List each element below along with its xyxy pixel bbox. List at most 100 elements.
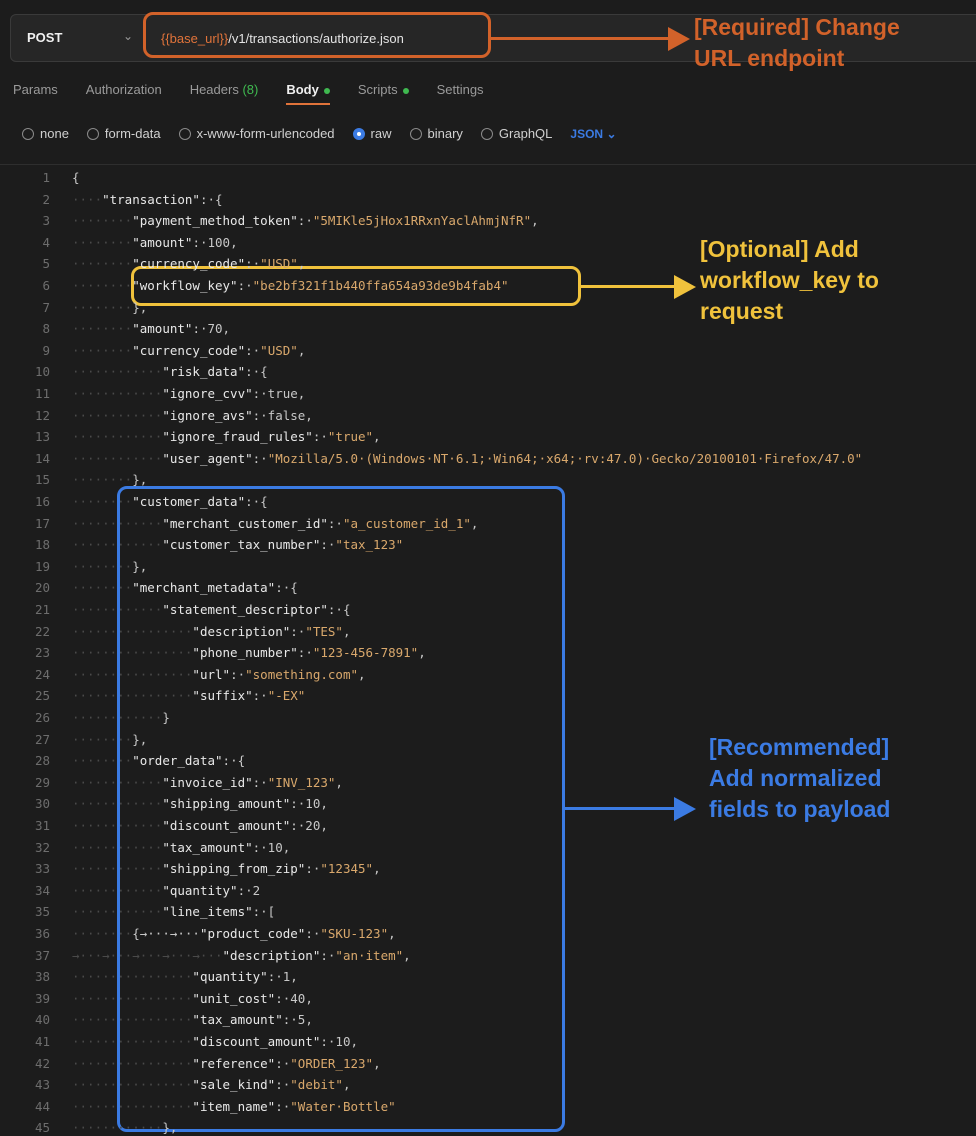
line-number: 27 — [34, 731, 50, 747]
line-number: 34 — [34, 882, 50, 898]
code-text: ····"transaction":·{ — [72, 191, 223, 207]
line-number: 24 — [34, 666, 50, 682]
tab-settings[interactable]: Settings — [437, 82, 484, 97]
line-number: 5 — [42, 256, 50, 272]
line-number: 8 — [42, 321, 50, 337]
code-text: ················"quantity":·1, — [72, 969, 298, 985]
code-text: ············} — [72, 710, 170, 725]
code-text: ················"discount_amount":·10, — [72, 1034, 358, 1049]
code-text: ················"suffix":·"-EX" — [72, 688, 306, 704]
code-text: ················"item_name":·"Water·Bott… — [72, 1098, 396, 1114]
radio-icon — [480, 127, 493, 140]
radio-binary[interactable]: binary — [409, 126, 463, 141]
code-text: ············"line_items":·[ — [72, 904, 276, 920]
line-number: 17 — [34, 515, 50, 531]
request-tabs: Params Authorization Headers (8) Body Sc… — [13, 82, 512, 105]
line-number: 25 — [34, 688, 50, 704]
line-number: 42 — [34, 1055, 50, 1071]
line-number: 38 — [34, 969, 50, 985]
radio-icon — [86, 127, 99, 140]
code-text: →···→···→···→···→···"description":·"an·i… — [72, 947, 411, 963]
line-number: 40 — [34, 1012, 50, 1028]
code-text: ············"invoice_id":·"INV_123", — [72, 774, 343, 790]
line-number: 14 — [34, 450, 50, 466]
code-text: ················"reference":·"ORDER_123"… — [72, 1055, 381, 1071]
code-text: ············"customer_tax_number":·"tax_… — [72, 537, 404, 553]
code-text: ············"ignore_cvv":·true, — [72, 386, 306, 401]
radio-x-www-form-urlencoded[interactable]: x-www-form-urlencoded — [178, 126, 335, 141]
tab-authorization[interactable]: Authorization — [86, 82, 162, 97]
line-number: 20 — [34, 580, 50, 596]
code-text: ········}, — [72, 731, 148, 747]
code-text: ················"description":·"TES", — [72, 623, 351, 639]
code-text: ········"customer_data":·{ — [72, 494, 268, 509]
url-arrow-line — [491, 37, 669, 40]
tab-params[interactable]: Params — [13, 82, 58, 97]
code-text: { — [72, 170, 80, 185]
tab-headers[interactable]: Headers (8) — [190, 82, 259, 97]
line-number: 3 — [42, 213, 50, 229]
code-text: ········}, — [72, 558, 148, 574]
status-dot-icon — [323, 87, 330, 94]
line-number: 2 — [42, 191, 50, 207]
url-highlight-box — [143, 12, 491, 58]
code-text: ············"statement_descriptor":·{ — [72, 602, 351, 617]
radio-icon — [409, 127, 422, 140]
radio-form-data[interactable]: form-data — [86, 126, 161, 141]
code-editor[interactable]: 1 {2 ····"transaction":·{3 ········"payment… — [0, 170, 976, 1136]
code-text: ············"discount_amount":·20, — [72, 818, 328, 833]
line-number: 41 — [34, 1034, 50, 1049]
line-number: 6 — [42, 278, 50, 293]
line-number: 10 — [34, 364, 50, 380]
headers-count: (8) — [242, 82, 259, 97]
line-number: 21 — [34, 602, 50, 617]
line-number: 16 — [34, 494, 50, 509]
active-tab-indicator — [286, 103, 330, 105]
line-number: 31 — [34, 818, 50, 833]
line-number: 18 — [34, 537, 50, 553]
chevron-down-icon[interactable]: ⌄ — [123, 29, 133, 43]
code-text: ················"phone_number":·"123-456… — [72, 645, 426, 661]
code-text: ········"currency_code":·"USD", — [72, 256, 306, 272]
code-text: ················"sale_kind":·"debit", — [72, 1077, 351, 1093]
code-text: ················"tax_amount":·5, — [72, 1012, 313, 1028]
tab-scripts[interactable]: Scripts — [358, 82, 409, 97]
url-arrow-head — [668, 27, 690, 51]
line-number: 39 — [34, 990, 50, 1006]
code-text: ········}, — [72, 299, 148, 315]
line-number: 4 — [42, 234, 50, 250]
radio-none[interactable]: none — [22, 126, 69, 141]
code-text: ············"user_agent":·"Mozilla/5.0·(… — [72, 450, 863, 466]
line-number: 29 — [34, 774, 50, 790]
url-annotation: [Required] Change URL endpoint — [694, 14, 900, 71]
line-number: 37 — [34, 947, 50, 963]
line-number: 45 — [34, 1120, 50, 1136]
format-select[interactable]: JSON ⌄ — [570, 127, 616, 141]
status-dot-icon — [402, 87, 409, 94]
line-number: 32 — [34, 839, 50, 855]
tab-body[interactable]: Body — [286, 82, 330, 105]
code-text: ········}, — [72, 472, 148, 488]
code-text: ············"shipping_amount":·10, — [72, 796, 328, 812]
line-number: 43 — [34, 1077, 50, 1093]
code-text: ········"payment_method_token":·"5MIKle5… — [72, 213, 539, 229]
line-number: 22 — [34, 623, 50, 639]
code-text: ············"shipping_from_zip":·"12345"… — [72, 861, 381, 877]
radio-icon — [178, 127, 191, 140]
line-number: 19 — [34, 558, 50, 574]
line-number: 26 — [34, 710, 50, 725]
code-text: ············"merchant_customer_id":·"a_c… — [72, 515, 479, 531]
code-text: ········"amount":·70, — [72, 321, 231, 337]
code-text: ············"ignore_avs":·false, — [72, 407, 313, 423]
method-select[interactable]: POST — [27, 30, 62, 45]
line-number: 30 — [34, 796, 50, 812]
radio-graphql[interactable]: GraphQL — [480, 126, 552, 141]
code-text: ········{→···→···"product_code":·"SKU-12… — [72, 926, 396, 941]
radio-raw[interactable]: raw — [352, 126, 392, 141]
code-text: ········"order_data":·{ — [72, 753, 246, 769]
line-number: 36 — [34, 926, 50, 941]
line-number: 35 — [34, 904, 50, 920]
code-text: ············"quantity":·2 — [72, 882, 261, 898]
code-text: ················"url":·"something.com", — [72, 666, 366, 682]
line-number: 23 — [34, 645, 50, 661]
